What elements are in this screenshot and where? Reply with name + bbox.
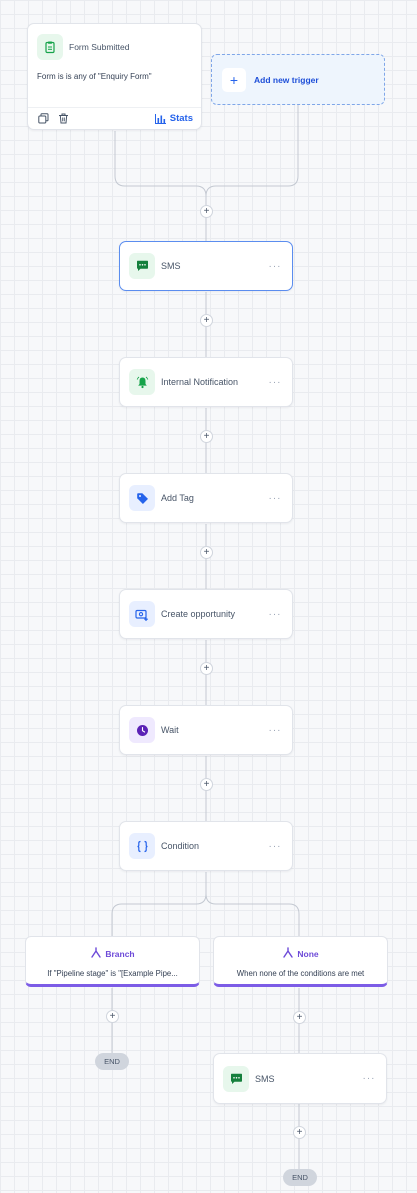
clipboard-icon [37,34,63,60]
branch-description: When none of the conditions are met [236,969,365,978]
add-action-button[interactable]: + [106,1010,119,1023]
trigger-footer: Stats [28,107,201,129]
add-new-trigger-button[interactable]: + Add new trigger [211,54,385,105]
action-label: SMS [255,1073,275,1084]
add-action-button[interactable]: + [200,430,213,443]
none-branch-card[interactable]: None When none of the conditions are met [213,936,388,987]
action-card-sms-none-branch[interactable]: SMS ··· [213,1053,387,1104]
more-options-icon[interactable]: ··· [264,725,286,736]
action-label: SMS [161,261,181,271]
branch-title: Branch [105,949,135,959]
add-action-button[interactable]: + [200,205,213,218]
branch-card[interactable]: Branch If "Pipeline stage" is "[Example … [25,936,200,987]
more-options-icon[interactable]: ··· [358,1073,380,1084]
more-options-icon[interactable]: ··· [264,841,286,852]
action-label: Condition [161,841,200,851]
end-marker: END [283,1169,317,1186]
action-card-wait[interactable]: Wait ··· [119,705,293,755]
add-action-button[interactable]: + [200,546,213,559]
stats-button[interactable]: Stats [154,113,193,124]
trigger-title: Form Submitted [69,42,130,52]
plus-icon: + [222,67,246,92]
branch-title: None [297,949,319,959]
sms-icon [223,1065,249,1092]
more-options-icon[interactable]: ··· [264,493,286,504]
opportunity-icon [129,601,155,627]
trigger-description: Form is is any of "Enquiry Form" [37,72,152,81]
add-action-button[interactable]: + [200,314,213,327]
action-card-create-opportunity[interactable]: Create opportunity ··· [119,589,293,639]
stats-label: Stats [169,113,193,124]
braces-icon [129,833,155,859]
add-trigger-label: Add new trigger [254,74,319,85]
action-card-add-tag[interactable]: Add Tag ··· [119,473,293,523]
end-marker: END [95,1053,129,1070]
trash-icon[interactable] [56,112,70,126]
add-action-button[interactable]: + [200,662,213,675]
trigger-card[interactable]: Form Submitted Form is is any of "Enquir… [27,23,202,130]
action-label: Internal Notification [161,377,239,387]
more-options-icon[interactable]: ··· [264,261,286,272]
add-action-button[interactable]: + [293,1011,306,1024]
clock-icon [129,717,155,743]
branch-icon [90,945,102,963]
add-action-button[interactable]: + [200,778,213,791]
action-label: Create opportunity [161,609,236,619]
action-card-internal-notification[interactable]: Internal Notification ··· [119,357,293,407]
copy-icon[interactable] [36,112,50,126]
action-label: Add Tag [161,493,194,503]
action-card-sms[interactable]: SMS ··· [119,241,293,291]
add-action-button[interactable]: + [293,1126,306,1139]
more-options-icon[interactable]: ··· [264,609,286,620]
tag-icon [129,485,155,511]
bar-chart-icon [154,113,166,124]
more-options-icon[interactable]: ··· [264,377,286,388]
sms-icon [129,253,155,279]
branch-description: If "Pipeline stage" is "[Example Pipe... [47,969,178,978]
branch-icon [282,945,294,963]
action-card-condition[interactable]: Condition ··· [119,821,293,871]
action-label: Wait [161,725,179,735]
bell-icon [129,369,155,395]
